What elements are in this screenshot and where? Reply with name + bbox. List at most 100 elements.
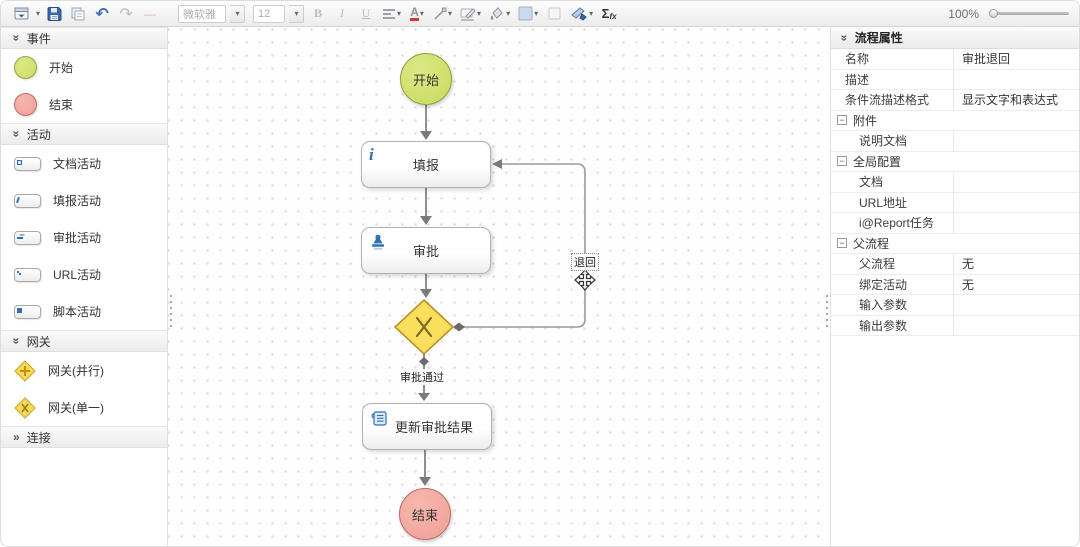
right-splitter-handle[interactable] [825, 293, 829, 331]
bold-button[interactable]: B [308, 4, 328, 24]
property-value[interactable] [953, 131, 1079, 151]
palette-item-label: URL活动 [53, 266, 101, 283]
edge-label-return[interactable]: 退回 [571, 253, 599, 271]
palette-item-start-event[interactable]: 开始 [1, 49, 167, 86]
italic-button[interactable]: I [332, 4, 352, 24]
underline-button[interactable]: U [356, 4, 376, 24]
caret-down-icon: ▾ [420, 9, 424, 18]
left-splitter-handle[interactable] [169, 293, 173, 331]
palette-item-label: 脚本活动 [53, 303, 101, 320]
property-value[interactable] [953, 213, 1079, 233]
font-size-select[interactable]: 12 [253, 5, 285, 23]
node-label: 开始 [413, 70, 439, 89]
palette-section-connections[interactable]: » 连接 [1, 426, 167, 448]
redo-button[interactable]: ↷ [116, 4, 136, 24]
edge-label-approved[interactable]: 审批通过 [398, 369, 446, 385]
copy-icon [70, 6, 86, 22]
zoom-slider[interactable] [991, 12, 1069, 15]
font-family-select[interactable]: 微软雅 [178, 5, 226, 23]
node-start-event[interactable]: 开始 [400, 53, 452, 105]
palette-item-end-event[interactable]: 结束 [1, 86, 167, 123]
property-group-global-config[interactable]: − 全局配置 [831, 152, 1079, 173]
font-color-button[interactable]: A ▾ [407, 4, 427, 24]
node-exclusive-gateway[interactable] [395, 300, 453, 354]
palette-section-activities[interactable]: » 活动 [1, 123, 167, 145]
palette-section-events[interactable]: » 事件 [1, 27, 167, 49]
edge-update-to-end[interactable] [419, 450, 431, 486]
property-value[interactable] [953, 70, 1079, 90]
edge-start-to-fill[interactable] [420, 105, 432, 140]
formula-button[interactable]: Σfx [599, 4, 619, 24]
palette-item-parallel-gateway[interactable]: 网关(并行) [1, 352, 167, 389]
palette-item-approve-activity[interactable]: 审批活动 [1, 219, 167, 256]
collapse-icon[interactable]: − [837, 115, 847, 125]
property-label: 绑定活动 [831, 275, 953, 295]
property-value[interactable]: 无 [953, 254, 1079, 274]
format-painter-icon [570, 6, 588, 21]
property-row-parent-process: 父流程 无 [831, 254, 1079, 275]
collapse-icon[interactable]: − [837, 238, 847, 248]
format-painter-button[interactable]: ▾ [568, 4, 595, 24]
background-color-button[interactable]: ▾ [516, 4, 540, 24]
section-title: 事件 [27, 30, 51, 47]
palette-item-document-activity[interactable]: 文档活动 [1, 145, 167, 182]
font-family-caret[interactable]: ▾ [230, 5, 245, 23]
group-label: 父流程 [853, 235, 889, 252]
caret-down-icon: ▾ [534, 9, 538, 18]
node-update-task[interactable]: 更新审批结果 [362, 403, 492, 450]
panel-menu-button[interactable] [11, 4, 31, 24]
palette-item-label: 开始 [49, 59, 73, 76]
node-fill-task[interactable]: i 填报 [361, 141, 491, 188]
palette-item-exclusive-gateway[interactable]: 网关(单一) [1, 389, 167, 426]
line-style-button[interactable]: ▾ [431, 4, 454, 24]
font-size-caret[interactable]: ▾ [289, 5, 304, 23]
edge-approve-to-gateway[interactable] [420, 274, 432, 298]
property-value[interactable] [953, 172, 1079, 192]
palette-item-script-activity[interactable]: 脚本活动 [1, 293, 167, 330]
remove-button[interactable]: — [140, 4, 160, 24]
caret-down-icon: ▾ [477, 9, 481, 18]
property-value[interactable] [953, 295, 1079, 315]
property-row-output-params: 输出参数 [831, 316, 1079, 337]
align-button[interactable]: ▾ [380, 4, 403, 24]
collapse-icon[interactable]: − [837, 156, 847, 166]
document-activity-icon [14, 157, 41, 171]
chevron-collapsed-icon: » [13, 432, 20, 442]
url-activity-icon [14, 268, 41, 282]
property-value[interactable]: 显示文字和表达式 [953, 90, 1079, 110]
align-left-icon [382, 8, 396, 20]
line-color-button[interactable]: ▾ [458, 4, 483, 24]
edge-fill-to-approve[interactable] [420, 188, 432, 225]
undo-button[interactable]: ↶ [92, 4, 112, 24]
caret-down-icon: ▾ [448, 9, 452, 18]
no-fill-button[interactable] [544, 4, 564, 24]
property-value[interactable]: 审批退回 [953, 49, 1079, 69]
panel-menu-caret-icon[interactable]: ▾ [36, 9, 40, 18]
palette-section-gateways[interactable]: » 网关 [1, 330, 167, 352]
undo-icon: ↶ [95, 4, 108, 24]
save-button[interactable] [44, 4, 64, 24]
property-label: 描述 [831, 70, 953, 90]
line-icon [433, 7, 447, 21]
property-value[interactable]: 无 [953, 275, 1079, 295]
fill-color-button[interactable]: ▾ [487, 4, 512, 24]
chevron-expanded-icon: » [11, 338, 21, 345]
property-label: 输出参数 [831, 316, 953, 336]
palette-item-fill-activity[interactable]: 填报活动 [1, 182, 167, 219]
node-end-event[interactable]: 结束 [399, 488, 451, 540]
property-value[interactable] [953, 316, 1079, 336]
group-label: 全局配置 [853, 153, 901, 170]
copy-button[interactable] [68, 4, 88, 24]
property-value[interactable] [953, 193, 1079, 213]
property-label: i@Report任务 [831, 213, 953, 233]
property-label: 输入参数 [831, 295, 953, 315]
properties-panel-header[interactable]: » 流程属性 [831, 27, 1079, 49]
property-group-attachment[interactable]: − 附件 [831, 111, 1079, 132]
palette-item-url-activity[interactable]: URL活动 [1, 256, 167, 293]
zoom-slider-knob[interactable] [989, 9, 998, 18]
node-approve-task[interactable]: 审批 [361, 227, 491, 274]
node-label: 填报 [413, 155, 439, 174]
diagram-canvas[interactable]: 开始 i 填报 审批 [168, 27, 830, 546]
property-group-parent-process[interactable]: − 父流程 [831, 234, 1079, 255]
parallel-gateway-icon [14, 360, 36, 382]
